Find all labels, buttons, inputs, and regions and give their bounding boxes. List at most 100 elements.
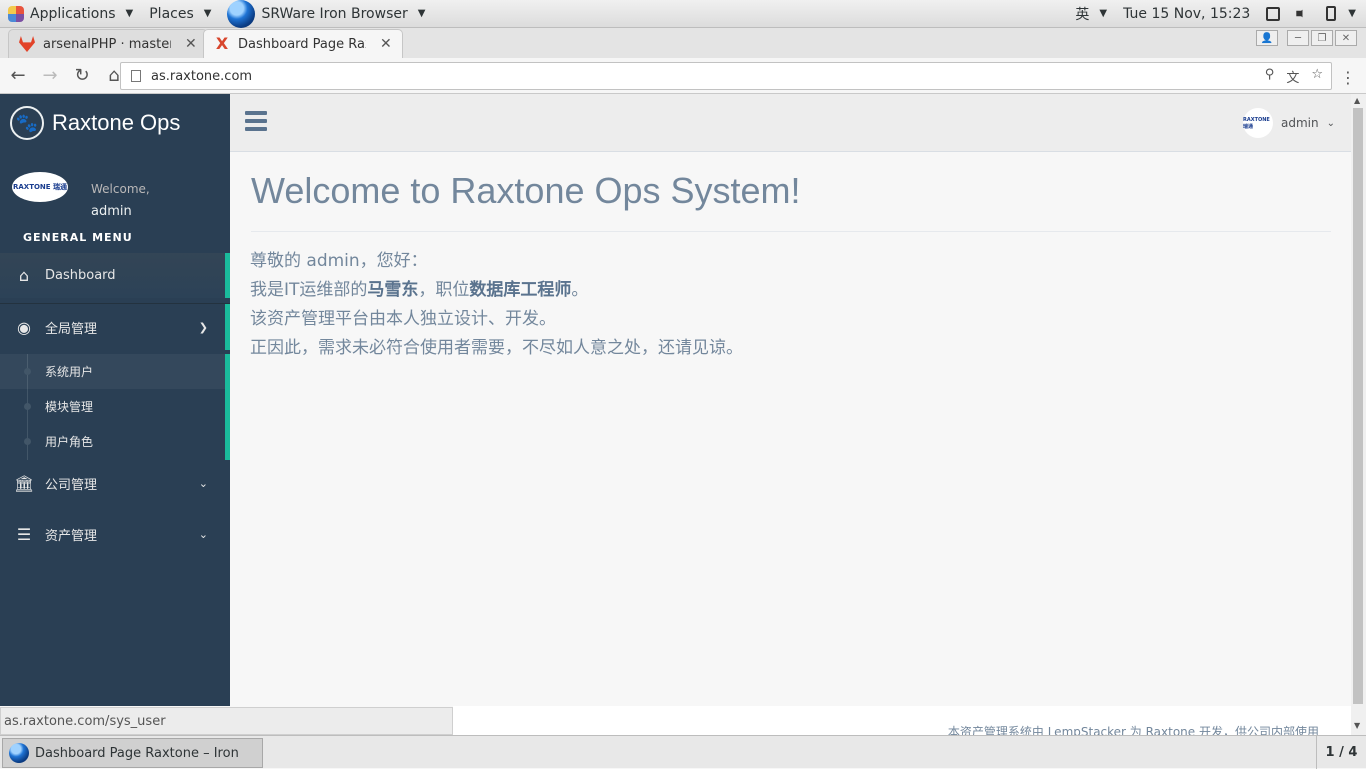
profile-icon[interactable]: 👤 [1256, 30, 1278, 46]
active-app-label: SRWare Iron Browser [261, 5, 408, 22]
scroll-up-icon[interactable]: ▲ [1354, 96, 1360, 105]
submenu-item-user-role[interactable]: 用户角色 [0, 424, 225, 459]
tab-label: Dashboard Page Raxtone [238, 36, 366, 52]
bank-icon: 🏛 [14, 473, 35, 493]
reload-button[interactable]: ↻ [68, 62, 96, 90]
system-menu-caret-icon[interactable]: ▼ [1348, 8, 1356, 19]
user-avatar: RAXTONE 瑞通 [1243, 108, 1273, 138]
system-top-bar: Applications ▼ Places ▼ SRWare Iron Brow… [0, 0, 1366, 28]
sidebar-item-assets[interactable]: ☰ 资产管理 ⌄ [0, 513, 230, 555]
submenu-label: 模块管理 [45, 400, 94, 414]
tab-label: arsenalPHP · master [43, 36, 171, 52]
applications-label: Applications [30, 5, 116, 22]
submenu-label: 用户角色 [45, 435, 94, 449]
battery-icon[interactable] [1326, 6, 1337, 21]
minimize-button[interactable]: ─ [1287, 30, 1309, 46]
global-submenu: 系统用户 模块管理 用户角色 [0, 354, 230, 460]
brand-title: Raxtone Ops [52, 110, 181, 135]
active-app-menu[interactable]: SRWare Iron Browser ▼ [219, 0, 433, 28]
sidebar: 🐾 Raxtone Ops RAXTONE 瑞通 Welcome, admin … [0, 94, 230, 706]
screen-icon[interactable] [1266, 6, 1281, 21]
chevron-down-icon: ⌄ [198, 476, 208, 490]
input-method-label: 英 [1075, 6, 1090, 23]
menu-toggle-icon[interactable] [245, 111, 267, 131]
browser-tab-strip: arsenalPHP · master ✕ X Dashboard Page R… [0, 28, 1366, 79]
caret-down-icon: ▼ [1099, 8, 1108, 19]
home-icon: ⌂ [18, 266, 30, 285]
sidebar-item-label: 全局管理 [45, 321, 98, 337]
avatar: RAXTONE 瑞通 [12, 172, 68, 202]
taskbar-window-title: Dashboard Page Raxtone – Iron [35, 745, 239, 761]
sidebar-item-global[interactable]: ◉ 全局管理 ❯ [0, 304, 230, 350]
forward-button[interactable]: → [36, 62, 64, 90]
globe-icon: ◉ [17, 317, 31, 337]
author-role: 数据库工程师 [469, 280, 572, 300]
volume-icon[interactable] [1296, 6, 1307, 21]
caret-down-icon: ▼ [125, 8, 134, 19]
user-name: admin [1281, 116, 1319, 130]
brand[interactable]: 🐾 Raxtone Ops [0, 94, 230, 152]
iron-browser-icon [227, 0, 256, 28]
chevron-down-icon: ⌄ [1326, 117, 1335, 129]
profile: RAXTONE 瑞通 Welcome, admin [0, 152, 230, 232]
author-name: 马雪东 [367, 280, 419, 300]
page-icon [131, 70, 141, 82]
applications-menu[interactable]: Applications ▼ [0, 0, 141, 28]
input-method-menu[interactable]: 英 ▼ [1067, 0, 1115, 28]
greeting-text: 尊敬的 admin，您好： 我是IT运维部的马雪东，职位数据库工程师。 该资产管… [250, 247, 743, 363]
welcome-username: admin [91, 204, 132, 219]
bookmark-star-icon[interactable]: ☆ [1311, 67, 1323, 86]
status-bubble: as.raxtone.com/sys_user [0, 707, 453, 735]
caret-down-icon: ▼ [203, 8, 212, 19]
paw-icon: 🐾 [10, 106, 44, 140]
maximize-button[interactable]: ❐ [1311, 30, 1333, 46]
clock-label: Tue 15 Nov, 15:23 [1123, 5, 1251, 22]
sidebar-item-company[interactable]: 🏛 公司管理 ⌄ [0, 462, 230, 504]
submenu-item-system-user[interactable]: 系统用户 [0, 354, 225, 389]
x-favicon-icon: X [215, 34, 229, 53]
taskbar-window-button[interactable]: Dashboard Page Raxtone – Iron [2, 738, 263, 768]
welcome-text: Welcome, [91, 182, 150, 196]
main-content: Welcome to Raxtone Ops System! 尊敬的 admin… [230, 152, 1351, 706]
sidebar-item-label: 公司管理 [45, 477, 98, 493]
page-scrollbar[interactable]: ▲ ▼ [1351, 94, 1366, 735]
scroll-down-icon[interactable]: ▼ [1354, 721, 1360, 730]
list-icon: ☰ [16, 524, 32, 544]
taskbar: Dashboard Page Raxtone – Iron 1 / 4 [0, 735, 1366, 769]
page-title: Welcome to Raxtone Ops System! [251, 170, 801, 211]
gitlab-icon [19, 36, 35, 52]
applications-icon [8, 5, 24, 22]
close-icon[interactable]: ✕ [185, 36, 197, 52]
divider [251, 231, 1331, 232]
submenu-label: 系统用户 [45, 365, 94, 379]
browser-toolbar: ← → ↻ ⌂ as.raxtone.com ⚲ 文 ☆ ⋮ [0, 58, 1366, 94]
clock[interactable]: Tue 15 Nov, 15:23 [1115, 0, 1258, 28]
translate-icon[interactable]: 文 [1286, 67, 1299, 86]
sidebar-item-label: 资产管理 [45, 528, 98, 544]
greeting-line-3: 该资产管理平台由本人独立设计、开发。 [250, 309, 556, 329]
sidebar-item-dashboard[interactable]: ⌂ Dashboard [0, 253, 230, 298]
chevron-down-icon: ⌄ [198, 527, 208, 541]
caret-down-icon: ▼ [417, 8, 426, 19]
window-close-button[interactable]: ✕ [1335, 30, 1357, 46]
workspace-indicator[interactable]: 1 / 4 [1316, 736, 1366, 769]
sidebar-item-label: Dashboard [45, 268, 116, 283]
menu-heading: GENERAL MENU [23, 231, 133, 244]
tab-arsenalphp[interactable]: arsenalPHP · master ✕ [8, 29, 208, 58]
chevron-down-icon: ❯ [198, 320, 208, 334]
iron-browser-icon [9, 743, 29, 763]
submenu-item-module[interactable]: 模块管理 [0, 389, 225, 424]
footer: 本资产管理系统由 LempStacker 为 Raxtone 开发，供公司内部使… [453, 706, 1351, 739]
greeting-line-4: 正因此，需求未必符合使用者需要，不尽如人意之处，还请见谅。 [250, 338, 743, 358]
extension-icon[interactable]: ⚲ [1265, 67, 1275, 86]
scroll-thumb[interactable] [1353, 108, 1363, 704]
tab-dashboard[interactable]: X Dashboard Page Raxtone ✕ [203, 29, 403, 58]
url-text: as.raxtone.com [151, 68, 253, 84]
browser-menu-icon[interactable]: ⋮ [1340, 68, 1356, 87]
back-button[interactable]: ← [4, 62, 32, 90]
places-menu[interactable]: Places ▼ [141, 0, 219, 28]
greeting-line-2: 我是IT运维部的马雪东，职位数据库工程师。 [250, 280, 589, 300]
address-bar[interactable]: as.raxtone.com ⚲ 文 ☆ [120, 62, 1332, 90]
user-dropdown[interactable]: RAXTONE 瑞通 admin ⌄ [1243, 108, 1335, 138]
close-icon[interactable]: ✕ [380, 36, 392, 52]
